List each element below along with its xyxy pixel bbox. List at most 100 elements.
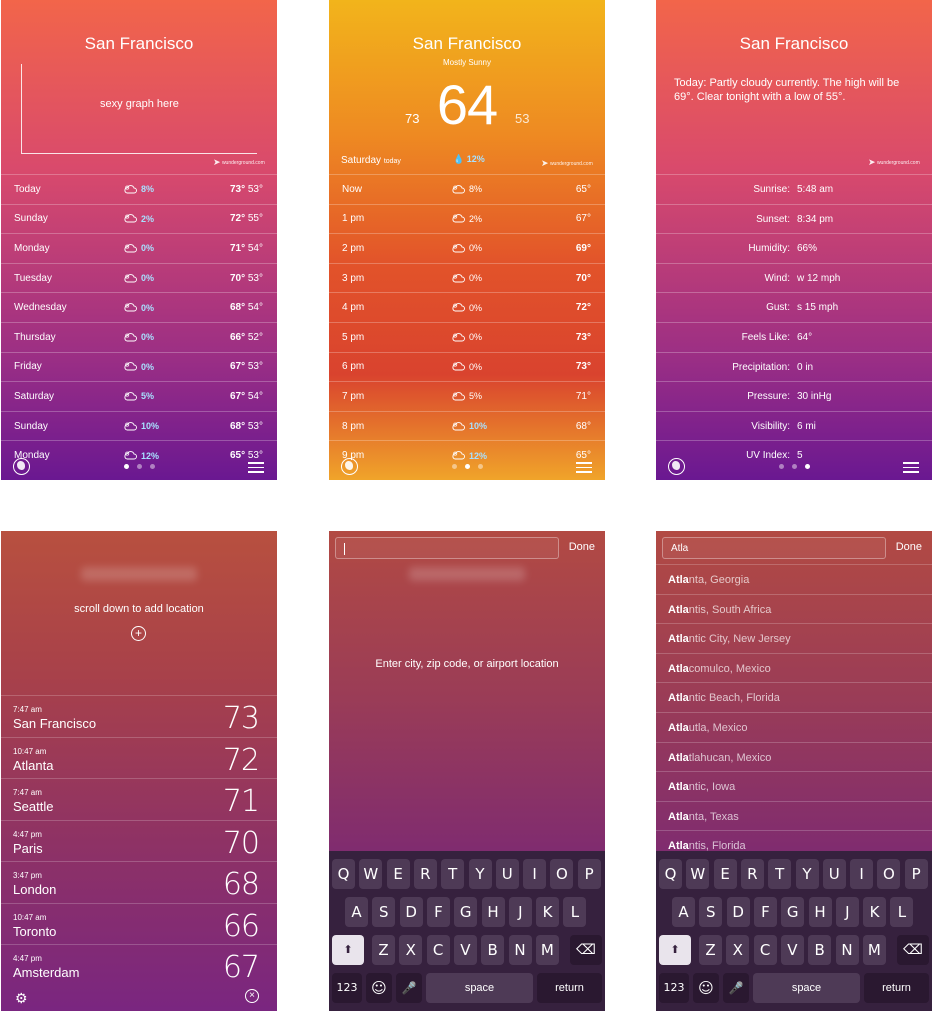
key-m[interactable]: M [535, 935, 559, 965]
search-input[interactable]: Atla [662, 537, 886, 559]
key-g[interactable]: G [781, 897, 805, 927]
search-result-item[interactable]: Atlautla, Mexico [656, 711, 932, 742]
key-a[interactable]: A [345, 897, 368, 927]
key-x[interactable]: X [399, 935, 423, 965]
location-item[interactable]: 10:47 am Atlanta 72 [1, 736, 277, 779]
search-result-item[interactable]: Atlanta, Georgia [656, 564, 932, 594]
key-o[interactable]: O [877, 859, 901, 889]
key-f[interactable]: F [426, 897, 450, 927]
key-c[interactable]: C [426, 935, 450, 965]
key-f[interactable]: F [753, 897, 777, 927]
key-v[interactable]: V [780, 935, 804, 965]
key-y[interactable]: Y [795, 859, 819, 889]
key-t[interactable]: T [441, 859, 465, 889]
key-h[interactable]: H [481, 897, 505, 927]
locations-list[interactable]: 7:47 am San Francisco 73 10:47 am Atlanta 72 7… [1, 695, 277, 986]
page-indicator[interactable] [1, 464, 277, 469]
key-j[interactable]: J [835, 897, 859, 927]
key-i[interactable]: I [850, 859, 874, 889]
emoji-icon[interactable]: ☺ [366, 973, 392, 1003]
search-result-item[interactable]: Atlantic, Iowa [656, 771, 932, 801]
location-item[interactable]: 10:47 am Toronto 66 [1, 902, 277, 945]
key-a[interactable]: A [672, 897, 695, 927]
key-q[interactable]: Q [332, 859, 355, 889]
search-result-item[interactable]: Atlacomulco, Mexico [656, 652, 932, 683]
key-s[interactable]: S [372, 897, 396, 927]
hourly-row[interactable]: 4 pm 0% 72° [329, 292, 605, 322]
daily-row[interactable]: Tuesday 0% 70° 53° [1, 262, 277, 293]
menu-icon[interactable] [903, 462, 919, 476]
key-w[interactable]: W [359, 859, 383, 889]
key-c[interactable]: C [753, 935, 777, 965]
key-r[interactable]: R [413, 859, 437, 889]
hourly-row[interactable]: 5 pm 0% 73° [329, 321, 605, 352]
key-e[interactable]: E [386, 859, 410, 889]
key-j[interactable]: J [508, 897, 532, 927]
key-u[interactable]: U [822, 859, 846, 889]
key-d[interactable]: D [399, 897, 423, 927]
key-u[interactable]: U [495, 859, 519, 889]
location-item[interactable]: 4:47 pm Paris 70 [1, 819, 277, 862]
hourly-row[interactable]: 2 pm 0% 69° [329, 233, 605, 263]
gear-icon[interactable]: ⚙ [15, 990, 28, 1007]
daily-list[interactable]: Today 8% 73° 53° Sunday 2% 72° 55° Monday 0% 71°… [1, 174, 277, 470]
search-result-item[interactable]: Atlanta, Texas [656, 800, 932, 831]
key-e[interactable]: E [713, 859, 737, 889]
key-z[interactable]: Z [699, 935, 722, 965]
key-p[interactable]: P [904, 859, 928, 889]
hourly-row[interactable]: 8 pm 10% 68° [329, 410, 605, 441]
key-g[interactable]: G [454, 897, 478, 927]
key-v[interactable]: V [453, 935, 477, 965]
space-key[interactable]: space [426, 973, 533, 1003]
daily-row[interactable]: Thursday 0% 66° 52° [1, 321, 277, 352]
key-i[interactable]: I [523, 859, 547, 889]
daily-row[interactable]: Saturday 5% 67° 54° [1, 381, 277, 411]
space-key[interactable]: space [753, 973, 860, 1003]
menu-icon[interactable] [248, 462, 264, 476]
return-key[interactable]: return [864, 973, 929, 1003]
daily-row[interactable]: Today 8% 73° 53° [1, 174, 277, 204]
close-icon[interactable]: × [245, 989, 259, 1003]
page-indicator[interactable] [656, 464, 932, 469]
microphone-icon[interactable]: 🎤 [396, 973, 422, 1003]
key-s[interactable]: S [699, 897, 723, 927]
search-result-item[interactable]: Atlantic Beach, Florida [656, 682, 932, 712]
hourly-row[interactable]: 1 pm 2% 67° [329, 203, 605, 234]
menu-icon[interactable] [576, 462, 592, 476]
emoji-icon[interactable]: ☺ [693, 973, 719, 1003]
daily-row[interactable]: Monday 0% 71° 54° [1, 233, 277, 263]
hourly-row[interactable]: 6 pm 0% 73° [329, 351, 605, 382]
key-m[interactable]: M [862, 935, 886, 965]
key-n[interactable]: N [835, 935, 859, 965]
hourly-row[interactable]: Now 8% 65° [329, 174, 605, 204]
key-o[interactable]: O [550, 859, 574, 889]
hourly-row[interactable]: 7 pm 5% 71° [329, 381, 605, 411]
location-item[interactable]: 7:47 am Seattle 71 [1, 778, 277, 820]
key-x[interactable]: X [726, 935, 750, 965]
microphone-icon[interactable]: 🎤 [723, 973, 749, 1003]
numbers-key[interactable]: 123 [659, 973, 689, 1003]
hourly-row[interactable]: 3 pm 0% 70° [329, 262, 605, 293]
return-key[interactable]: return [537, 973, 602, 1003]
shift-key[interactable]: ⬆ [332, 935, 364, 965]
location-item[interactable]: 4:47 pm Amsterdam 67 [1, 944, 277, 986]
delete-key[interactable]: ⌫ [897, 935, 929, 965]
done-button[interactable]: Done [896, 541, 922, 553]
delete-key[interactable]: ⌫ [570, 935, 602, 965]
key-n[interactable]: N [508, 935, 532, 965]
key-w[interactable]: W [686, 859, 710, 889]
key-p[interactable]: P [577, 859, 601, 889]
key-b[interactable]: B [481, 935, 505, 965]
keyboard[interactable]: Q W E R T Y U I O P A S D F G H J K L ⬆ Z X C V B N M ⌫ 123 ☺ 🎤 space re… [656, 851, 932, 1011]
key-k[interactable]: K [863, 897, 887, 927]
search-result-item[interactable]: Atlantis, South Africa [656, 593, 932, 624]
daily-row[interactable]: Friday 0% 67° 53° [1, 351, 277, 382]
key-y[interactable]: Y [468, 859, 492, 889]
key-b[interactable]: B [808, 935, 832, 965]
key-r[interactable]: R [740, 859, 764, 889]
key-z[interactable]: Z [372, 935, 395, 965]
key-t[interactable]: T [768, 859, 792, 889]
keyboard[interactable]: Q W E R T Y U I O P A S D F G H J K L ⬆ Z X C V B N M ⌫ 123 ☺ 🎤 space re… [329, 851, 605, 1011]
key-l[interactable]: L [890, 897, 914, 927]
done-button[interactable]: Done [569, 541, 595, 553]
